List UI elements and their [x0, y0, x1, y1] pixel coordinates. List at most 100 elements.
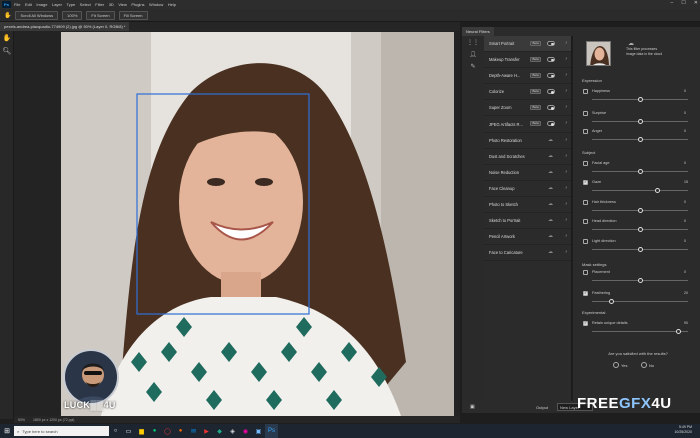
- slider-knob[interactable]: [637, 208, 643, 213]
- slider-value[interactable]: 0: [684, 239, 686, 243]
- cloud-download-icon[interactable]: ☁: [548, 137, 553, 143]
- menu-file[interactable]: File: [14, 2, 20, 7]
- slider-value[interactable]: 15: [684, 180, 688, 184]
- slider-checkbox[interactable]: [583, 161, 588, 166]
- menu-view[interactable]: View: [118, 2, 127, 7]
- cloud-download-icon[interactable]: ☁: [548, 169, 553, 175]
- scroll-all-windows-button[interactable]: Scroll All Windows: [15, 10, 59, 20]
- filter-toggle[interactable]: [547, 121, 555, 127]
- menu-edit[interactable]: Edit: [25, 2, 32, 7]
- menu-layer[interactable]: Layer: [52, 2, 62, 7]
- app-icon-3[interactable]: ◉: [239, 424, 252, 438]
- zoom-level[interactable]: 50%: [18, 418, 25, 422]
- taskbar-search[interactable]: ⌕ Type here to search: [14, 426, 109, 436]
- slider-checkbox[interactable]: [583, 320, 588, 326]
- filter-toggle[interactable]: [547, 41, 555, 46]
- cloud-download-icon[interactable]: ☁: [548, 233, 553, 239]
- slider-value[interactable]: 0: [684, 89, 686, 93]
- mail-icon[interactable]: ✉: [187, 424, 200, 438]
- filter-item[interactable]: Pencil Artwork ☁ ›: [484, 229, 571, 246]
- menu-type[interactable]: Type: [67, 2, 76, 7]
- app-icon-2[interactable]: ◈: [226, 424, 239, 438]
- slider-value[interactable]: 90: [684, 321, 688, 325]
- grid-icon[interactable]: ⋮⋮: [462, 36, 484, 48]
- app-icon-4[interactable]: ▣: [252, 424, 265, 438]
- slider-checkbox[interactable]: [583, 239, 588, 244]
- hand-tool-icon[interactable]: ✋: [0, 31, 14, 44]
- menu-window[interactable]: Window: [149, 2, 163, 7]
- slider-knob[interactable]: [637, 169, 643, 174]
- slider-value[interactable]: 20: [684, 291, 688, 295]
- slider-knob[interactable]: [637, 119, 643, 124]
- menu-3d[interactable]: 3D: [109, 2, 114, 7]
- minimize-icon[interactable]: –: [671, 0, 674, 6]
- slider-knob[interactable]: [675, 329, 681, 334]
- slider-value[interactable]: 0: [684, 111, 686, 115]
- slider-checkbox[interactable]: [583, 219, 588, 224]
- filter-item[interactable]: Depth-Aware H... Beta ›: [484, 68, 571, 85]
- cloud-download-icon[interactable]: ☁: [548, 217, 553, 223]
- slider-checkbox[interactable]: [583, 270, 588, 275]
- cloud-download-icon[interactable]: ☁: [548, 249, 553, 255]
- app-icon[interactable]: ◆: [213, 424, 226, 438]
- filter-item[interactable]: Face Cleanup ☁ ›: [484, 181, 571, 197]
- zoom-tool-icon[interactable]: 🔍︎: [0, 44, 14, 57]
- menu-image[interactable]: Image: [36, 2, 47, 7]
- filter-toggle[interactable]: [547, 89, 555, 95]
- hand-tool-icon[interactable]: ✋: [4, 12, 11, 19]
- system-tray[interactable]: 5:49 PM 10/25/2020: [674, 425, 692, 435]
- filter-item[interactable]: Face to Caricature ☁ ›: [484, 245, 571, 262]
- filter-item[interactable]: Dust and Scratches ☁ ›: [484, 149, 571, 165]
- file-explorer-icon[interactable]: ▆: [135, 424, 148, 438]
- slider-checkbox[interactable]: [583, 200, 588, 205]
- slider-checkbox[interactable]: [583, 89, 588, 94]
- slider-checkbox[interactable]: [583, 179, 588, 185]
- filter-item[interactable]: Photo to Sketch ☁ ›: [484, 197, 571, 214]
- cloud-download-icon[interactable]: ☁: [548, 153, 553, 159]
- filter-toggle[interactable]: [547, 105, 555, 111]
- person-icon[interactable]: 👤︎: [462, 48, 484, 60]
- slider-knob[interactable]: [637, 137, 643, 142]
- menu-plugins[interactable]: Plugins: [131, 2, 144, 7]
- whatsapp-icon[interactable]: ●: [148, 424, 161, 438]
- menu-filter[interactable]: Filter: [95, 2, 104, 7]
- slider-value[interactable]: 0: [684, 129, 686, 133]
- cortana-icon[interactable]: ○: [109, 424, 122, 438]
- filter-item[interactable]: Makeup Transfer Beta ›: [484, 52, 571, 69]
- menu-help[interactable]: Help: [168, 2, 176, 7]
- start-icon[interactable]: ⊞: [0, 424, 14, 438]
- filter-item[interactable]: Super Zoom Beta ›: [484, 100, 571, 117]
- document-photo[interactable]: [61, 32, 454, 416]
- slider-track[interactable]: [592, 190, 688, 191]
- slider-knob[interactable]: [608, 299, 614, 304]
- filter-item[interactable]: Smart Portrait Beta ›: [484, 36, 571, 53]
- filter-item[interactable]: Colorize Beta ›: [484, 84, 571, 101]
- task-view-icon[interactable]: ▭: [122, 424, 135, 438]
- filter-toggle[interactable]: [547, 57, 555, 63]
- photoshop-taskbar-icon[interactable]: Ps: [265, 424, 278, 438]
- slider-value[interactable]: 0: [684, 270, 686, 274]
- filter-item[interactable]: Noise Reduction ☁ ›: [484, 165, 571, 181]
- no-radio[interactable]: No: [641, 362, 654, 368]
- slider-track[interactable]: [592, 331, 688, 332]
- slider-knob[interactable]: [637, 278, 643, 283]
- slider-checkbox[interactable]: [583, 129, 588, 134]
- close-icon[interactable]: ✕: [694, 0, 698, 6]
- filter-item[interactable]: Photo Restoration ☁ ›: [484, 133, 571, 149]
- zoom-100-button[interactable]: 100%: [62, 10, 83, 20]
- slider-knob[interactable]: [637, 227, 643, 232]
- slider-knob[interactable]: [637, 97, 643, 102]
- opera-icon[interactable]: ◯: [161, 424, 174, 438]
- maximize-icon[interactable]: ☐: [681, 0, 685, 6]
- firefox-icon[interactable]: ●: [174, 424, 187, 438]
- filter-item[interactable]: Sketch to Portrait ☁ ›: [484, 213, 571, 230]
- fit-screen-button[interactable]: Fit Screen: [86, 10, 115, 20]
- fill-screen-button[interactable]: Fill Screen: [118, 10, 148, 20]
- slider-knob[interactable]: [654, 188, 660, 193]
- slider-knob[interactable]: [637, 247, 643, 252]
- filter-item[interactable]: JPEG Artifacts R... Beta ›: [484, 116, 571, 133]
- cloud-download-icon[interactable]: ☁: [548, 201, 553, 207]
- slider-track[interactable]: [592, 301, 688, 302]
- brush-icon[interactable]: ✎: [462, 60, 484, 72]
- layer-preview-icon[interactable]: ▣: [470, 404, 475, 410]
